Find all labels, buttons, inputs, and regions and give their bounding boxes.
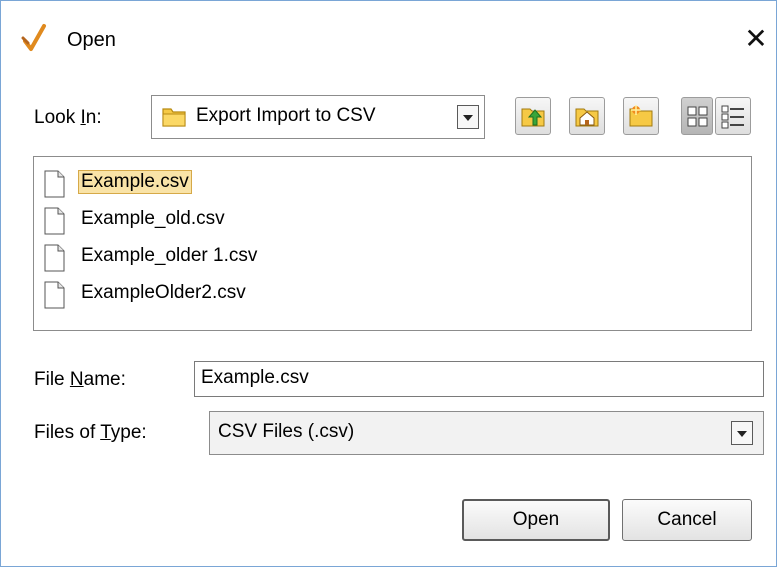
up-one-level-icon [521,108,545,127]
new-folder-button[interactable] [623,97,659,135]
close-icon[interactable]: ✕ [741,21,771,57]
details-view-button[interactable] [715,97,751,135]
cancel-button[interactable]: Cancel [622,499,752,541]
open-dialog: Open ✕ Look In: Export Import to CSV Exa… [0,0,777,567]
file-type-label-accel: T [100,422,111,443]
look-in-label-text: Look [34,107,81,128]
file-icon [44,281,65,309]
file-icon [44,207,65,235]
look-in-dropdown[interactable]: Export Import to CSV [151,95,485,139]
file-icon [44,170,65,198]
file-name: Example_older 1.csv [81,245,258,266]
window-title: Open [67,29,116,51]
list-item[interactable]: Example.csv [40,166,230,200]
chevron-down-icon[interactable] [731,421,753,445]
file-name-label-accel: N [69,369,84,390]
look-in-label-text-end: n: [85,107,102,128]
list-item[interactable]: ExampleOlder2.csv [40,277,330,311]
home-button[interactable] [569,97,605,135]
folder-icon [162,108,186,127]
list-item[interactable]: Example_old.csv [40,203,300,237]
look-in-value: Export Import to CSV [196,105,376,126]
up-one-level-button[interactable] [515,97,551,135]
chevron-down-icon[interactable] [457,105,479,129]
title-bar: Open ✕ [1,1,776,79]
list-view-icon [687,106,708,127]
details-view-icon [721,105,744,129]
file-name: Example.csv [78,170,192,194]
file-name-label-text-end: ame: [83,369,126,390]
file-type-label: Files of Type: [34,422,147,444]
file-name: ExampleOlder2.csv [81,282,246,303]
file-name: Example_old.csv [81,208,225,229]
file-list[interactable]: Example.csv Example_old.csv Example_olde… [33,156,752,331]
app-brush-icon [21,24,46,51]
file-type-dropdown[interactable]: CSV Files (.csv) [209,411,764,455]
file-type-value: CSV Files (.csv) [218,421,355,442]
file-name-label-text: File [34,369,70,390]
new-folder-icon [629,105,653,127]
list-view-button[interactable] [681,97,713,135]
file-type-label-text-end: ype: [110,422,147,443]
file-icon [44,244,65,272]
file-name-field[interactable]: Example.csv [194,361,764,397]
home-icon [575,108,599,127]
open-button[interactable]: Open [462,499,610,541]
file-name-label: File Name: [34,369,126,391]
list-item[interactable]: Example_older 1.csv [40,240,330,274]
file-type-label-text: Files of [34,422,101,443]
look-in-label: Look In: [34,107,102,129]
